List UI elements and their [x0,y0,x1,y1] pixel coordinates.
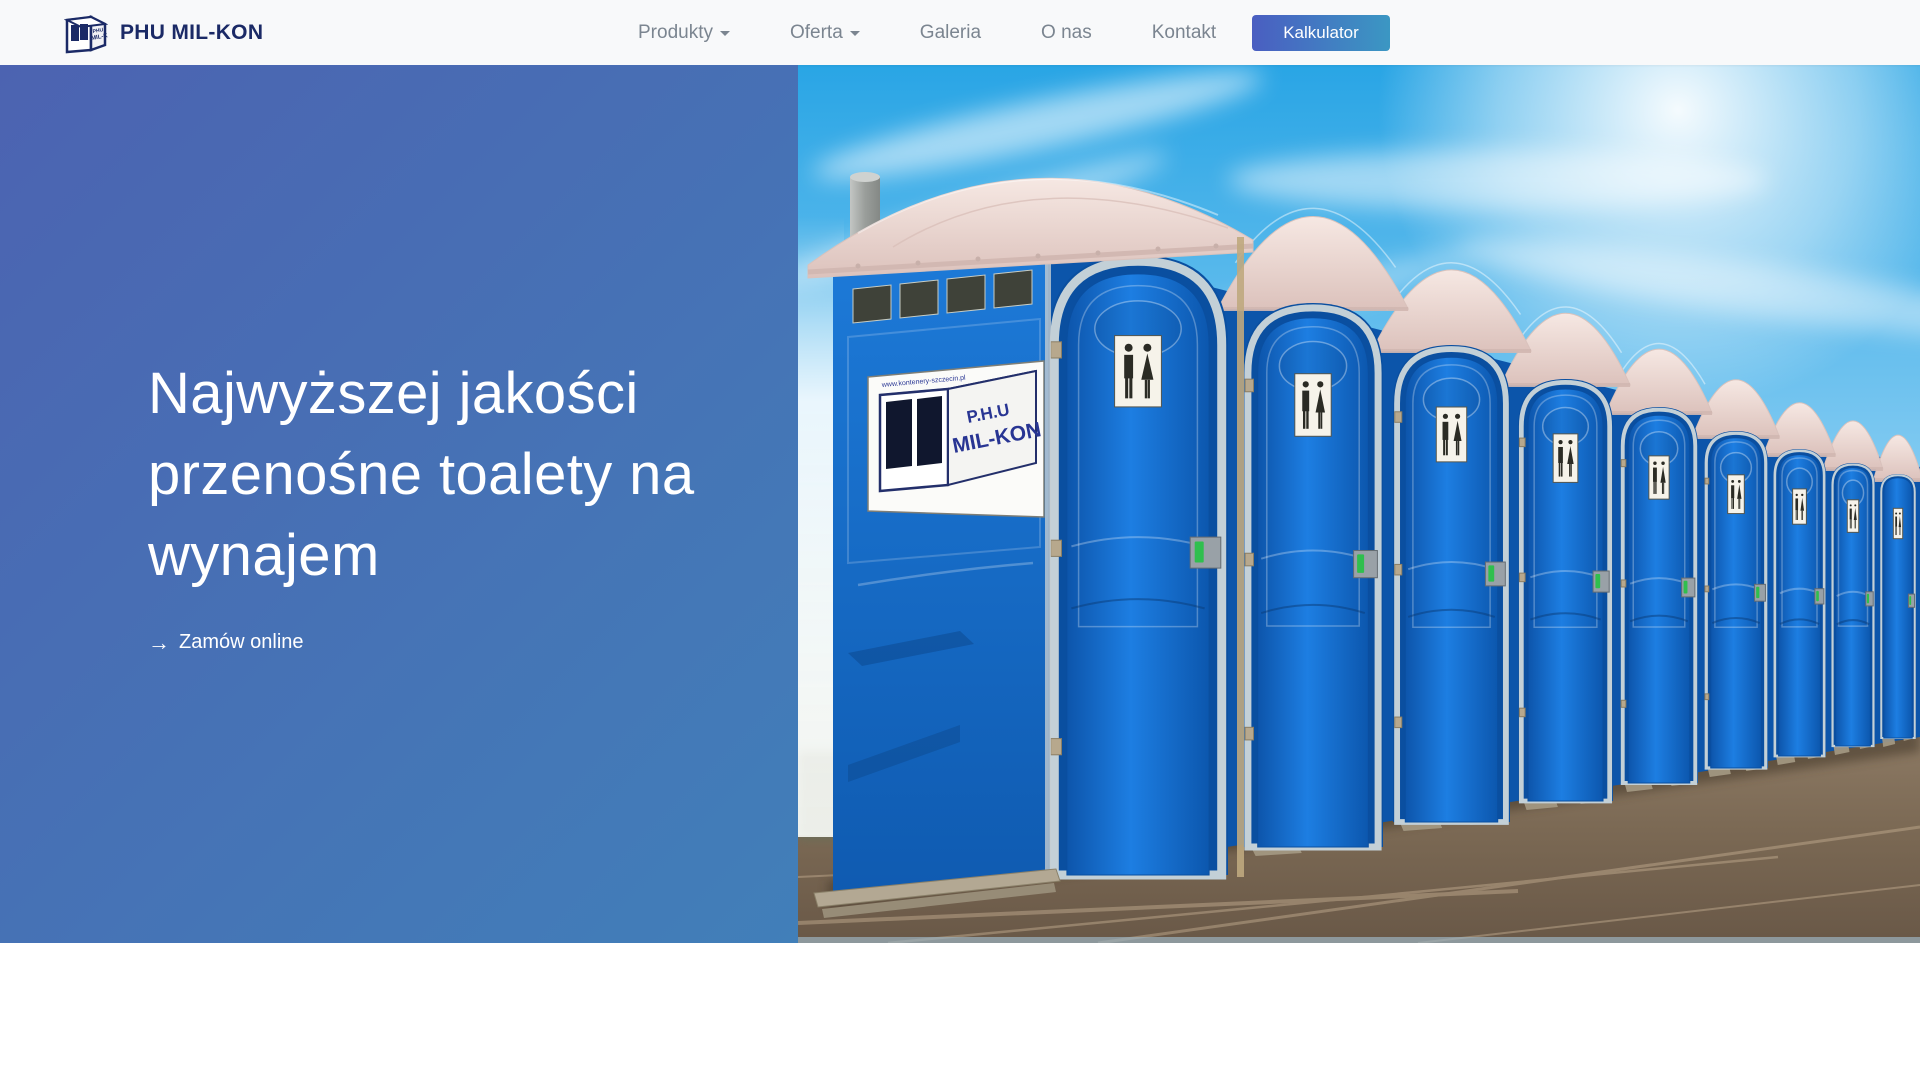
order-online-link[interactable]: → Zamów online [148,631,304,654]
brand[interactable]: PHU MIL-K PHU MIL-KON [64,0,263,65]
toilet-door-unit [1606,343,1712,792]
door-latch [1354,551,1378,578]
hero-image: www.kontenery-szczecin.pl P.H.U MIL-KON [798,65,1920,943]
door-latch [1682,578,1695,597]
brand-name: PHU MIL-KON [120,21,263,45]
chevron-down-icon [720,31,730,36]
nav-link-oferta[interactable]: Oferta [760,22,890,44]
door-latch [1485,562,1505,586]
door-latch [1815,589,1824,604]
hero-section: Najwyższej jakości przenośne toalety na … [0,65,1920,943]
brand-logo-icon: PHU MIL-K [64,12,108,54]
toilet-door-unit [1501,307,1630,810]
door-sign [1115,336,1162,407]
chevron-down-icon [850,31,860,36]
arrow-right-icon: → [148,632,170,654]
door-sign [1295,374,1331,437]
toilet-door-unit [1874,435,1920,747]
toilet-door-unit [1218,208,1408,856]
door-sign [1847,500,1858,533]
nav-link-galeria[interactable]: Galeria [890,22,1011,44]
door-latch [1866,592,1873,606]
toilet-door-unit [1048,255,1228,875]
hero-heading: Najwyższej jakości przenośne toalety na … [148,353,694,596]
door-sign [1728,475,1745,514]
kalkulator-button[interactable]: Kalkulator [1252,15,1390,51]
door-latch [1593,571,1609,592]
portable-toilets-photo: www.kontenery-szczecin.pl P.H.U MIL-KON [798,65,1920,943]
hero-text-panel: Najwyższej jakości przenośne toalety na … [0,65,798,943]
door-sign [1553,434,1578,483]
door-sign [1436,407,1466,462]
door-latch [1755,584,1766,601]
toilet-door-unit [1372,263,1531,831]
main-nav: Produkty Oferta Galeria O nas Kontakt Ka… [608,0,1390,65]
milkon-sign: www.kontenery-szczecin.pl P.H.U MIL-KON [868,361,1044,517]
door-sign [1793,489,1807,524]
toilet-side-panel [833,247,1048,905]
nav-link-produkty[interactable]: Produkty [608,22,760,44]
nav-link-o-nas[interactable]: O nas [1011,22,1122,44]
nav-link-kontakt[interactable]: Kontakt [1122,22,1246,44]
door-latch [1190,537,1221,568]
door-latch [1908,594,1914,607]
door-sign [1649,456,1669,499]
door-sign [1893,508,1902,538]
top-navbar: PHU MIL-K PHU MIL-KON Produkty Oferta Ga… [0,0,1920,65]
